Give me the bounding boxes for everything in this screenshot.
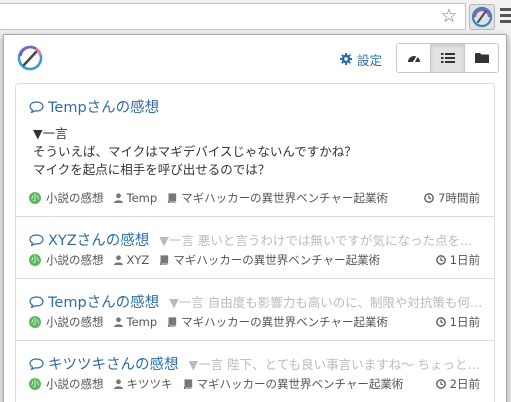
extension-button[interactable]: [469, 4, 495, 30]
comment-bubble-icon: [29, 233, 44, 246]
book-title: マギハッカーの異世界ベンチャー起業術: [181, 191, 389, 205]
item-header: キツツキさんの感想 ▼一言 陛下、とても良い事言いますね〜 ちょっと王…: [29, 353, 484, 374]
time-label: 7時間前: [438, 191, 480, 205]
item-time: 1日前: [435, 252, 480, 268]
gear-icon: [340, 53, 352, 65]
item-title-link[interactable]: Tempさんの感想: [48, 291, 159, 312]
book-title: マギハッカーの異世界ベンチャー起業術: [196, 377, 404, 391]
body-line: ▼一言: [33, 126, 68, 141]
clock-icon: [435, 379, 446, 389]
list-icon: [440, 53, 455, 63]
item-header: Tempさんの感想 ▼一言 自由度も影響力も高いのに、制限や対抗策も何も…: [29, 291, 484, 312]
folder-icon: [474, 53, 489, 63]
item-excerpt: ▼一言 陛下、とても良い事言いますね〜 ちょっと王…: [188, 357, 485, 372]
user-name: Temp: [126, 191, 158, 205]
item-excerpt: ▼一言 悪いと言うわけでは無いですが気になった点を。…: [159, 233, 484, 248]
user-name: Temp: [126, 315, 158, 329]
extension-popup: 設定 Tempさんの感想 ▼一言 そういえば、マイクはマギデバイスじゃないんです…: [3, 34, 507, 402]
clock-icon: [435, 255, 446, 265]
time-label: 1日前: [449, 315, 480, 329]
category-badge: 小: [29, 192, 41, 204]
browser-menu-icon[interactable]: [500, 8, 511, 26]
category-badge: 小: [29, 254, 41, 266]
item-title-link[interactable]: キツツキさんの感想: [48, 353, 179, 374]
book-title: マギハッカーの異世界ベンチャー起業術: [181, 315, 389, 329]
item-title-link[interactable]: Tempさんの感想: [48, 96, 159, 117]
body-line: マイクを起点に相手を呼び出せるのでは？: [33, 162, 271, 177]
item-meta: 小 小説の感想 Temp マギハッカーの異世界ベンチャー起業術 7時間前: [29, 190, 480, 206]
extension-logo-icon: [471, 6, 493, 28]
category-label: 小説の感想: [46, 253, 104, 267]
item-header: Tempさんの感想: [29, 96, 484, 117]
folder-view-button[interactable]: [464, 43, 499, 73]
book-icon: [183, 379, 193, 389]
view-switcher: [396, 43, 499, 73]
clock-icon: [435, 317, 446, 327]
comment-bubble-icon: [29, 295, 44, 308]
list-item[interactable]: キツツキさんの感想 ▼一言 陛下、とても良い事言いますね〜 ちょっと王… 小 小…: [16, 341, 494, 402]
app-logo-icon: [17, 45, 43, 71]
item-meta: 小 小説の感想 Temp マギハッカーの異世界ベンチャー起業術 1日前: [29, 314, 480, 330]
settings-link[interactable]: 設定: [340, 49, 382, 69]
category-label: 小説の感想: [46, 377, 104, 391]
category-label: 小説の感想: [46, 191, 104, 205]
item-meta: 小 小説の感想 キツツキ マギハッカーの異世界ベンチャー起業術 2日前: [29, 376, 480, 392]
book-icon: [167, 193, 177, 203]
address-bar[interactable]: [0, 3, 466, 30]
category-badge: 小: [29, 378, 41, 390]
comment-list: Tempさんの感想 ▼一言 そういえば、マイクはマギデバイスじゃないんですかね？…: [15, 83, 495, 402]
browser-toolbar: ☆: [0, 0, 511, 34]
item-header: XYZさんの感想 ▼一言 悪いと言うわけでは無いですが気になった点を。…: [29, 229, 484, 250]
book-icon: [159, 255, 169, 265]
time-label: 1日前: [449, 253, 480, 267]
bookmark-star-icon[interactable]: ☆: [438, 5, 460, 27]
item-title-link[interactable]: XYZさんの感想: [48, 229, 149, 250]
book-title: マギハッカーの異世界ベンチャー起業術: [173, 253, 381, 267]
item-body: ▼一言 そういえば、マイクはマギデバイスじゃないんですかね？ マイクを起点に相手…: [33, 125, 357, 179]
settings-label: 設定: [357, 52, 383, 68]
dashboard-view-button[interactable]: [396, 43, 431, 73]
list-item[interactable]: Tempさんの感想 ▼一言 自由度も影響力も高いのに、制限や対抗策も何も… 小 …: [16, 279, 494, 341]
item-time: 7時間前: [424, 190, 480, 206]
item-time: 2日前: [435, 376, 480, 392]
list-item[interactable]: Tempさんの感想 ▼一言 そういえば、マイクはマギデバイスじゃないんですかね？…: [16, 84, 494, 217]
comment-bubble-icon: [29, 100, 44, 113]
comment-bubble-icon: [29, 357, 44, 370]
user-icon: [113, 255, 123, 265]
user-icon: [113, 317, 123, 327]
category-badge: 小: [29, 316, 41, 328]
user-icon: [113, 193, 123, 203]
dashboard-icon: [407, 56, 420, 64]
user-icon: [113, 379, 123, 389]
list-view-button[interactable]: [430, 43, 465, 73]
clock-icon: [424, 193, 435, 203]
book-icon: [167, 317, 177, 327]
category-label: 小説の感想: [46, 315, 104, 329]
item-excerpt: ▼一言 自由度も影響力も高いのに、制限や対抗策も何も…: [169, 295, 484, 310]
user-name: キツツキ: [126, 377, 173, 391]
popup-header: 設定: [4, 35, 506, 83]
item-meta: 小 小説の感想 XYZ マギハッカーの異世界ベンチャー起業術 1日前: [29, 252, 480, 268]
time-label: 2日前: [449, 377, 480, 391]
list-item[interactable]: XYZさんの感想 ▼一言 悪いと言うわけでは無いですが気になった点を。… 小 小…: [16, 217, 494, 279]
user-name: XYZ: [126, 253, 150, 267]
body-line: そういえば、マイクはマギデバイスじゃないんですかね？: [33, 144, 357, 159]
item-time: 1日前: [435, 314, 480, 330]
